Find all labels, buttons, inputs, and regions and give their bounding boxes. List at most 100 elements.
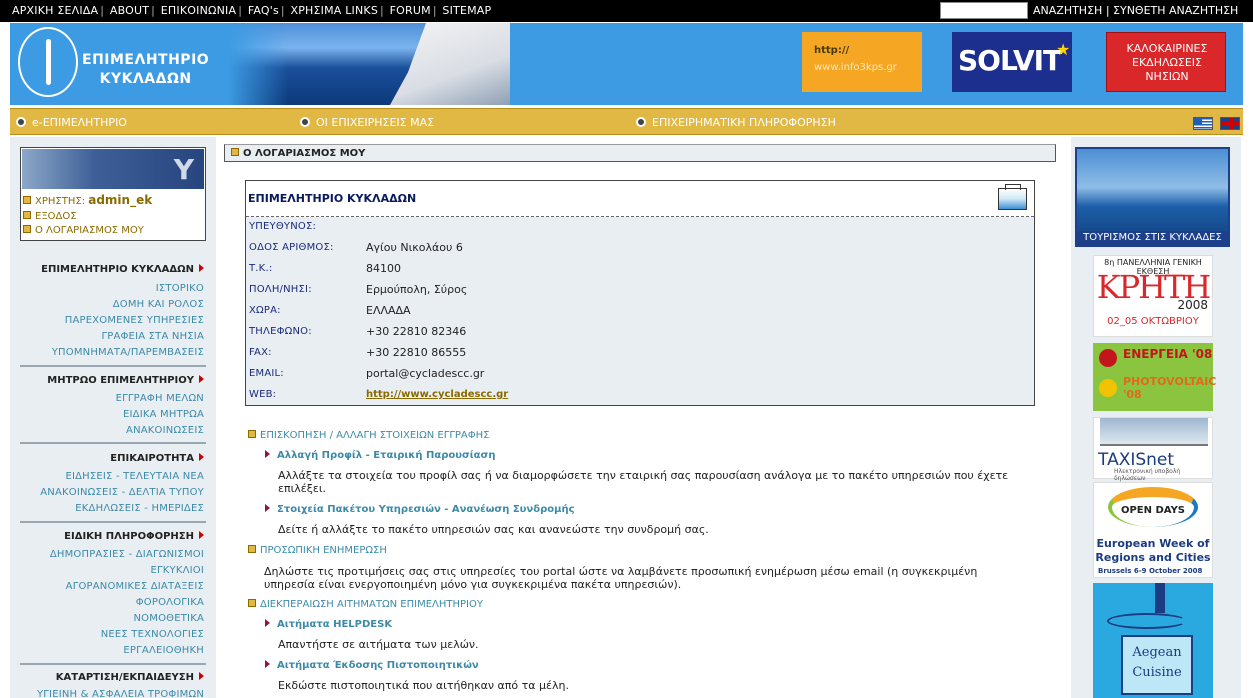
right-sidebar: ΤΟΥΡΙΣΜΟΣ ΣΤΙΣ ΚΥΚΛΑΔΕΣ 8η ΠΑΝΕΛΛΗΝΙΑ ΓΕ… [1071, 137, 1241, 698]
top-nav-about[interactable]: ABOUT [110, 4, 149, 17]
personal-notification-description: Δηλώστε τις προτιμήσεις σας στις υπηρεσί… [264, 565, 978, 591]
sidebar-item-food-safety[interactable]: ΥΓΙΕΙΝΗ & ΑΣΦΑΛΕΙΑ ΤΡΟΦΙΜΩΝ [37, 689, 204, 698]
advanced-search-link[interactable]: ΣΥΝΘΕΤΗ ΑΝΑΖΗΤΗΣΗ [1113, 4, 1238, 17]
sidebar-item-memoranda[interactable]: ΥΠΟΜΝΗΜΑΤΑ/ΠΑΡΕΜΒΑΣΕΙΣ [52, 347, 204, 358]
sidebar-section-news[interactable]: ΕΠΙΚΑΙΡΟΤΗΤΑ [110, 453, 204, 464]
sidebar-item-market-regulations[interactable]: ΑΓΟΡΑΝΟΜΙΚΕΣ ΔΙΑΤΑΞΕΙΣ [66, 581, 204, 592]
top-nav-home[interactable]: ΑΡΧΙΚΗ ΣΕΛΙΔΑ [12, 4, 98, 17]
nav-business-info[interactable]: ΕΠΙΧΕΙΡΗΜΑΤΙΚΗ ΠΛΗΡΟΦΟΡΗΣΗ [636, 116, 836, 129]
top-nav: ΑΡΧΙΚΗ ΣΕΛΙΔΑ | ABOUT | ΕΠΙΚΟΙΝΩΝΙΑ | FAQ's… [12, 4, 492, 17]
divider [20, 442, 206, 444]
sidebar-item-announcements[interactable]: ΑΝΑΚΟΙΝΩΣΕΙΣ [126, 425, 204, 436]
header-photo [228, 23, 510, 105]
square-bullet-icon [248, 430, 256, 438]
arrow-right-icon [199, 672, 204, 680]
top-bar: ΑΡΧΙΚΗ ΣΕΛΙΔΑ | ABOUT | ΕΠΙΚΟΙΝΩΝΙΑ | FAQ's… [0, 0, 1253, 22]
sidebar-item-history[interactable]: ΙΣΤΟΡΙΚΟ [156, 283, 204, 294]
ad-open-days[interactable]: OPEN DAYS European Week of Regions and C… [1093, 482, 1213, 578]
my-account-link[interactable]: Ο ΛΟΓΑΡΙΑΣΜΟΣ ΜΟΥ [23, 225, 144, 236]
divider [20, 365, 206, 367]
square-bullet-icon [248, 545, 256, 553]
search-link[interactable]: ΑΝΑΖΗΤΗΣΗ [1033, 4, 1102, 17]
triangle-right-icon [265, 450, 270, 458]
uk-flag-icon[interactable] [1220, 117, 1240, 130]
username: admin_ek [88, 193, 153, 207]
logout-link[interactable]: ΕΞΟΔΟΣ [23, 211, 77, 222]
arrow-right-icon [199, 375, 204, 383]
nav-e-chamber[interactable]: e-ΕΠΙΜΕΛΗΤΗΡΙΟ [16, 116, 127, 129]
nav-our-businesses[interactable]: ΟΙ ΕΠΙΧΕΙΡΗΣΕΙΣ ΜΑΣ [300, 116, 434, 129]
banner-summer-events[interactable]: ΚΑΛΟΚΑΙΡΙΝΕΣ ΕΚΔΗΛΩΣΕΙΣ ΝΗΣΙΩΝ [1106, 32, 1226, 92]
search-input[interactable] [940, 2, 1028, 19]
arrow-right-icon [199, 531, 204, 539]
sidebar-item-island-offices[interactable]: ΓΡΑΦΕΙΑ ΣΤΑ ΝΗΣΙΑ [101, 331, 204, 342]
ad-energeia[interactable]: ΕΝΕΡΓΕΙΑ '08 PHOTOVOLTAIC '08 [1093, 343, 1216, 411]
account-card: ΕΠΙΜΕΛΗΤΗΡΙΟ ΚΥΚΛΑΔΩΝ ΥΠΕΥΘΥΝΟΣ: ΟΔΟΣ ΑΡ… [245, 180, 1035, 406]
ad-taxisnet[interactable]: TAXISnet Ηλεκτρονική υποβολή δηλώσεων [1093, 417, 1213, 482]
helpdesk-requests-link[interactable]: Αιτήματα HELPDESK [265, 619, 392, 630]
site-logo-text[interactable]: ΕΠΙΜΕΛΗΤΗΡΙΟ ΚΥΚΛΑΔΩΝ [82, 51, 209, 89]
sidebar-item-latest-news[interactable]: ΕΙΔΗΣΕΙΣ - ΤΕΛΕΥΤΑΙΑ ΝΕΑ [65, 471, 204, 482]
helpdesk-description: Απαντήστε σε αιτήματα των μελών. [278, 638, 479, 651]
user-box: ΧΡΗΣΤΗΣ: admin_ek ΕΞΟΔΟΣ Ο ΛΟΓΑΡΙΑΣΜΟΣ Μ… [20, 147, 206, 241]
change-profile-link[interactable]: Αλλαγή Προφίλ - Εταιρική Παρουσίαση [265, 450, 495, 461]
top-nav-useful-links[interactable]: ΧΡΗΣΙΜΑ LINKS [290, 4, 378, 17]
user-box-banner [22, 149, 204, 189]
sidebar-item-toolbox[interactable]: ΕΡΓΑΛΕΙΟΘΗΚΗ [123, 645, 204, 656]
ad-aegean-cuisine[interactable]: Aegean Cuisine [1093, 583, 1213, 698]
sidebar-item-new-technologies[interactable]: ΝΕΕΣ ΤΕΧΝΟΛΟΓΙΕΣ [101, 629, 204, 640]
bullet-icon [16, 117, 26, 127]
banner-solvit[interactable]: SOLVIT ★ [952, 32, 1072, 92]
breadcrumb: Ο ΛΟΓΑΡΙΑΣΜΟΣ ΜΟΥ [224, 144, 1056, 162]
sidebar-item-special-registers[interactable]: ΕΙΔΙΚΑ ΜΗΤΡΩΑ [123, 409, 204, 420]
sidebar-item-auctions[interactable]: ΔΗΜΟΠΡΑΣΙΕΣ - ΔΙΑΓΩΝΙΣΜΟΙ [50, 549, 204, 560]
sidebar-section-training[interactable]: ΚΑΤΑΡΤΙΣΗ/ΕΚΠΑΙΔΕΥΣΗ [56, 672, 204, 683]
tourism-banner[interactable]: ΤΟΥΡΙΣΜΟΣ ΣΤΙΣ ΚΥΚΛΑΔΕΣ [1075, 147, 1230, 247]
top-nav-sitemap[interactable]: SITEMAP [442, 4, 491, 17]
service-package-link[interactable]: Στοιχεία Πακέτου Υπηρεσιών - Ανανέωση Συ… [265, 504, 575, 515]
top-nav-forum[interactable]: FORUM [390, 4, 431, 17]
top-nav-contact[interactable]: ΕΠΙΚΟΙΝΩΝΙΑ [161, 4, 236, 17]
sidebar-item-structure[interactable]: ΔΟΜΗ ΚΑΙ ΡΟΛΟΣ [113, 299, 204, 310]
account-title: ΕΠΙΜΕΛΗΤΗΡΙΟ ΚΥΚΛΑΔΩΝ [248, 192, 417, 205]
fish-icon [1107, 613, 1187, 629]
square-bullet-icon [248, 599, 256, 607]
service-package-description: Δείτε ή αλλάξτε το πακέτο υπηρεσιών σας … [278, 523, 709, 536]
sidebar-section-chamber[interactable]: ΕΠΙΜΕΛΗΤΗΡΙΟ ΚΥΚΛΑΔΩΝ [41, 264, 204, 275]
banner-info3kps[interactable]: http:// www.info3kps.gr [802, 32, 922, 92]
sidebar-item-tax[interactable]: ΦΟΡΟΛΟΓΙΚΑ [136, 597, 204, 608]
triangle-right-icon [265, 619, 270, 627]
site-header: ΕΠΙΜΕΛΗΤΗΡΙΟ ΚΥΚΛΑΔΩΝ http:// www.info3k… [10, 23, 1243, 105]
sidebar-item-press-releases[interactable]: ΑΝΑΚΟΙΝΩΣΕΙΣ - ΔΕΛΤΙΑ ΤΥΠΟΥ [40, 487, 204, 498]
folder-icon[interactable] [998, 184, 1027, 210]
sidebar-item-circulars[interactable]: ΕΓΚΥΚΛΙΟΙ [150, 565, 204, 576]
star-icon: ★ [1056, 40, 1071, 59]
certificate-requests-link[interactable]: Αιτήματα Έκδοσης Πιστοποιητικών [265, 660, 479, 671]
bullet-icon [636, 117, 646, 127]
sidebar-section-special-info[interactable]: ΕΙΔΙΚΗ ΠΛΗΡΟΦΟΡΗΣΗ [64, 531, 204, 542]
change-profile-description: Αλλάξτε τα στοιχεία του προφίλ σας ή να … [278, 469, 1009, 495]
triangle-right-icon [265, 660, 270, 668]
main-nav: e-ΕΠΙΜΕΛΗΤΗΡΙΟ ΟΙ ΕΠΙΧΕΙΡΗΣΕΙΣ ΜΑΣ ΕΠΙΧΕ… [10, 108, 1243, 135]
left-sidebar: ΧΡΗΣΤΗΣ: admin_ek ΕΞΟΔΟΣ Ο ΛΟΓΑΡΙΑΣΜΟΣ Μ… [10, 137, 216, 698]
arrow-right-icon [199, 453, 204, 461]
square-bullet-icon [23, 225, 31, 233]
requests-heading-link[interactable]: ΔΙΕΚΠΕΡΑΙΩΣΗ ΑΙΤΗΜΑΤΩΝ ΕΠΙΜΕΛΗΤΗΡΙΟΥ [248, 599, 483, 610]
personal-notification-link[interactable]: ΠΡΟΣΩΠΙΚΗ ΕΝΗΜΕΡΩΣΗ [248, 545, 387, 556]
divider [20, 663, 206, 665]
certificate-description: Εκδώστε πιστοποιητικά που αιτήθηκαν από … [278, 679, 569, 692]
sidebar-section-registry[interactable]: ΜΗΤΡΩΟ ΕΠΙΜΕΛΗΤΗΡΙΟΥ [47, 375, 204, 386]
top-nav-faq[interactable]: FAQ's [248, 4, 279, 17]
website-link[interactable]: http://www.cycladescc.gr [366, 389, 508, 400]
edit-registration-link[interactable]: ΕΠΙΣΚΟΠΗΣΗ / ΑΛΛΑΓΗ ΣΤΟΙΧΕΙΩΝ ΕΓΓΡΑΦΗΣ [248, 430, 489, 441]
page-title: Ο ΛΟΓΑΡΙΑΣΜΟΣ ΜΟΥ [243, 148, 366, 159]
chamber-logo-icon[interactable] [18, 27, 78, 97]
triangle-right-icon [265, 504, 270, 512]
sidebar-item-legislation[interactable]: ΝΟΜΟΘΕΤΙΚΑ [134, 613, 205, 624]
ad-kriti-expo[interactable]: 8η ΠΑΝΕΛΛΗΝΙΑ ΓΕΝΙΚΗ ΕΚΘΕΣΗ ΚΡΗΤΗ 2008 0… [1093, 255, 1213, 337]
sidebar-item-events[interactable]: ΕΚΔΗΛΩΣΕΙΣ - ΗΜΕΡΙΔΕΣ [75, 503, 204, 514]
search-links: ΑΝΑΖΗΤΗΣΗ | ΣΥΝΘΕΤΗ ΑΝΑΖΗΤΗΣΗ [1033, 4, 1239, 17]
sidebar-item-member-registration[interactable]: ΕΓΓΡΑΦΗ ΜΕΛΩΝ [116, 393, 204, 404]
sidebar-item-services[interactable]: ΠΑΡΕΧΟΜΕΝΕΣ ΥΠΗΡΕΣΙΕΣ [65, 315, 204, 326]
greek-flag-icon[interactable] [1193, 117, 1213, 130]
